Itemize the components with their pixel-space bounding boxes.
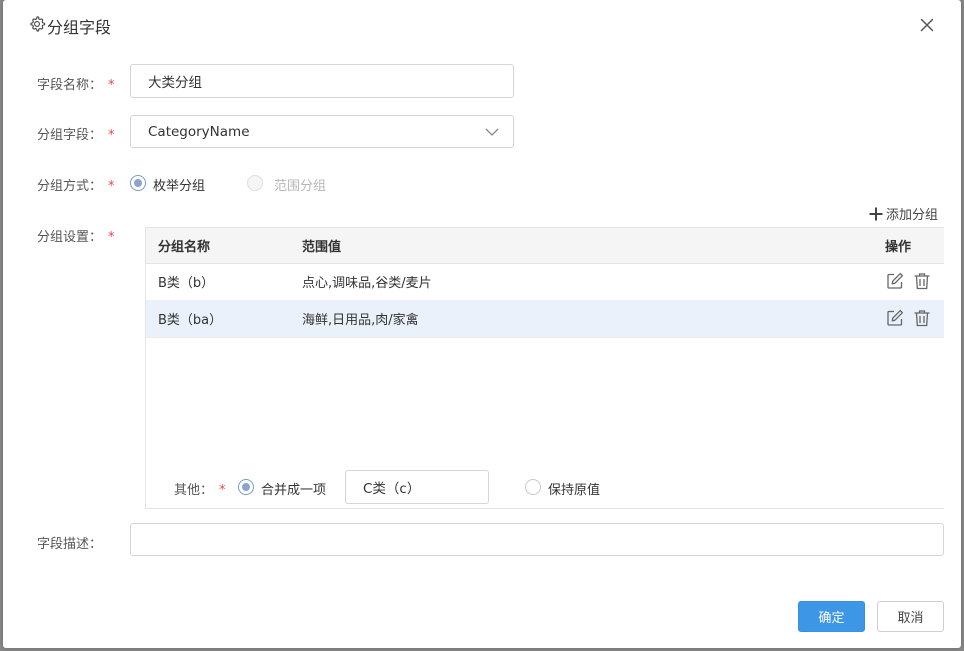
description-label: 字段描述： — [37, 537, 103, 552]
table-row[interactable]: B类（ba） 海鲜,日用品,肉/家禽 — [146, 300, 944, 338]
group-field-dialog: 分组字段 字段名称： * 大类分组 分组字段： * CategoryName 分组方… — [3, 0, 961, 648]
cancel-button[interactable]: 取消 — [877, 601, 944, 632]
header-actions: 操作 — [885, 240, 912, 255]
header-group-name: 分组名称 — [158, 240, 211, 255]
chevron-down-icon — [485, 128, 499, 136]
enum-group-radio[interactable] — [130, 175, 146, 191]
merge-value-input[interactable]: C类（c） — [345, 470, 489, 504]
gear-icon — [30, 16, 46, 32]
table-row[interactable]: B类（b） 点心,调味品,谷类/麦片 — [146, 263, 944, 301]
header-range-value: 范围值 — [302, 240, 342, 255]
other-label: 其他： * — [174, 479, 226, 498]
keep-original-radio[interactable] — [525, 479, 541, 495]
group-field-value: CategoryName — [148, 123, 250, 140]
range-group-radio — [247, 175, 263, 191]
required-mark: * — [108, 230, 115, 245]
dialog-title: 分组字段 — [47, 18, 112, 37]
required-mark: * — [108, 179, 115, 194]
add-group-button[interactable]: 添加分组 — [869, 204, 938, 223]
table-header: 分组名称 范围值 操作 — [146, 228, 944, 264]
group-settings-label: 分组设置： * — [37, 226, 115, 245]
field-name-value: 大类分组 — [148, 75, 202, 91]
group-method-label-text: 分组方式： — [37, 179, 103, 194]
row-group-name: B类（b） — [158, 276, 215, 291]
group-method-label: 分组方式： * — [37, 175, 115, 194]
other-options: 其他： * 合并成一项 C类（c） 保持原值 — [146, 470, 944, 506]
field-name-label-text: 字段名称： — [37, 78, 103, 93]
delete-icon[interactable] — [913, 272, 931, 290]
group-table: 分组名称 范围值 操作 B类（b） 点心,调味品,谷类/麦片 B类（ba） 海鲜… — [145, 227, 944, 509]
field-name-input[interactable]: 大类分组 — [130, 64, 514, 98]
row-group-name: B类（ba） — [158, 313, 223, 328]
description-input[interactable] — [130, 523, 944, 556]
merge-label[interactable]: 合并成一项 — [261, 479, 326, 498]
required-mark: * — [219, 483, 226, 498]
group-field-select[interactable]: CategoryName — [130, 115, 514, 148]
other-label-text: 其他： — [174, 483, 214, 498]
close-icon[interactable] — [917, 15, 937, 35]
keep-original-label[interactable]: 保持原值 — [548, 479, 600, 498]
required-mark: * — [108, 78, 115, 93]
required-mark: * — [108, 128, 115, 143]
group-field-label: 分组字段： * — [37, 124, 115, 143]
confirm-button[interactable]: 确定 — [798, 601, 865, 632]
dialog-titlebar: 分组字段 — [3, 0, 961, 50]
add-group-label: 添加分组 — [886, 208, 939, 223]
row-range-value: 点心,调味品,谷类/麦片 — [302, 276, 432, 291]
group-field-label-text: 分组字段： — [37, 128, 103, 143]
edit-icon[interactable] — [886, 272, 904, 290]
merge-radio[interactable] — [238, 479, 254, 495]
group-settings-label-text: 分组设置： — [37, 230, 103, 245]
delete-icon[interactable] — [913, 309, 931, 327]
plus-icon — [869, 207, 883, 220]
edit-icon[interactable] — [886, 309, 904, 327]
merge-value: C类（c） — [363, 481, 421, 497]
range-group-label: 范围分组 — [274, 179, 327, 194]
field-name-label: 字段名称： * — [37, 74, 115, 93]
enum-group-label[interactable]: 枚举分组 — [153, 175, 205, 194]
row-range-value: 海鲜,日用品,肉/家禽 — [302, 313, 419, 328]
